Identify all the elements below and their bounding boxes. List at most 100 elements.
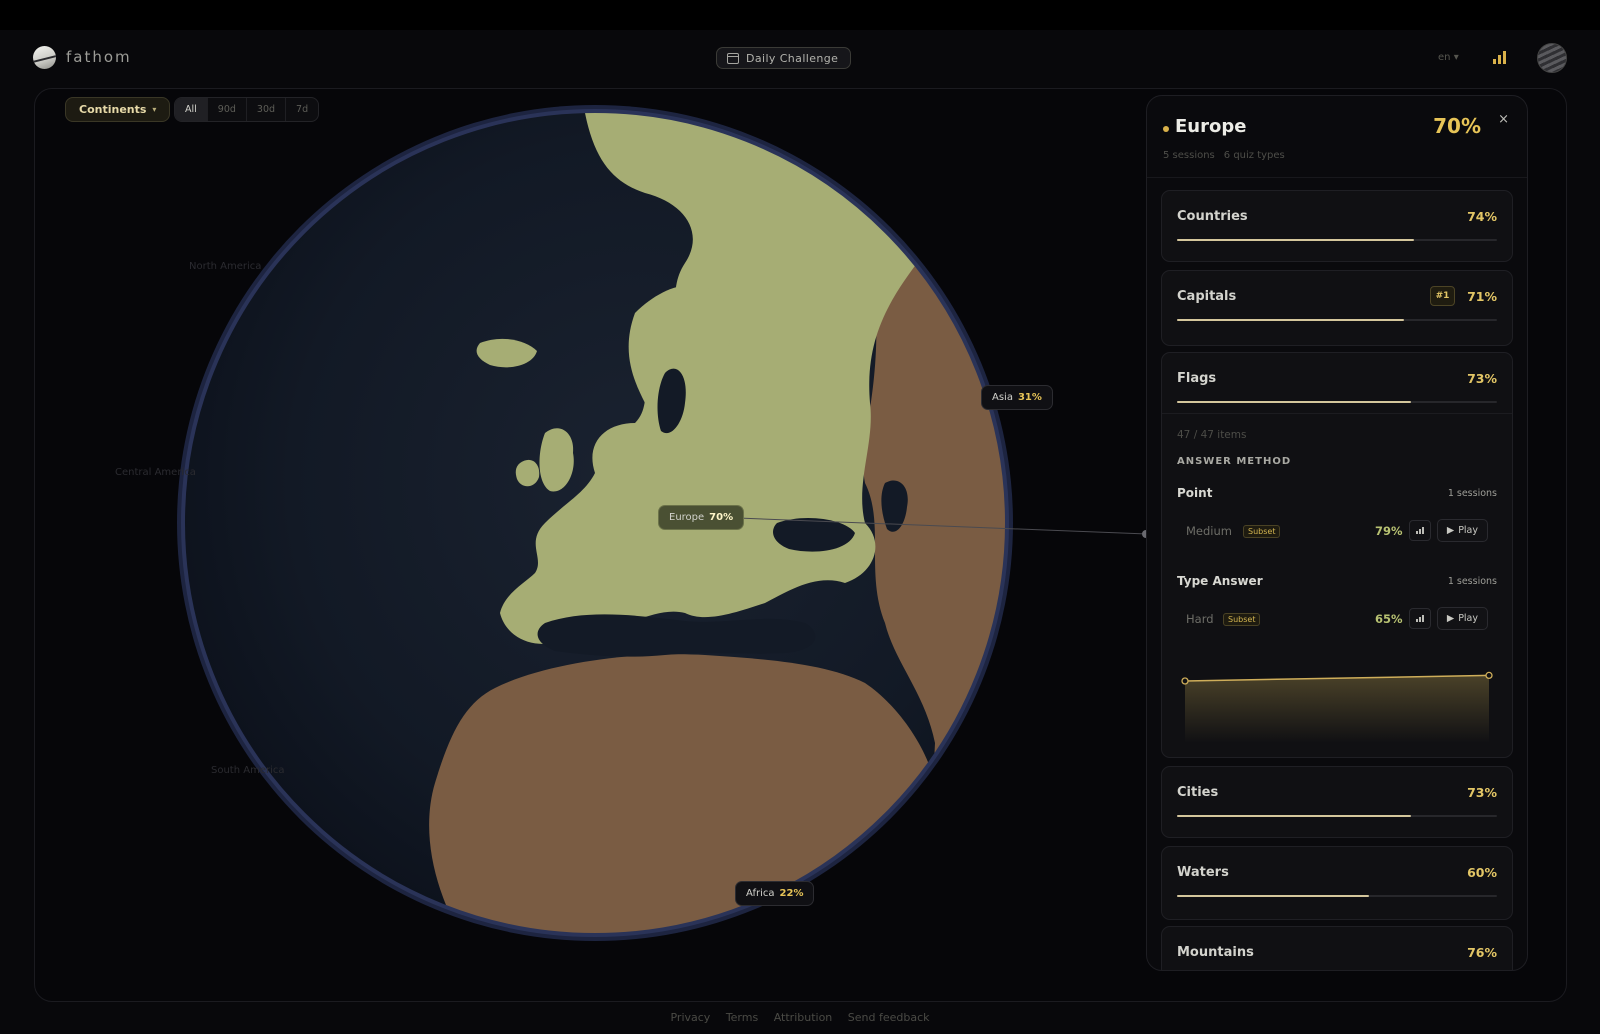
progress-track — [1177, 319, 1497, 321]
region-dot-icon — [1163, 126, 1169, 132]
daily-challenge-button[interactable]: Daily Challenge — [716, 47, 852, 69]
panel-title: Europe — [1175, 116, 1247, 137]
method-score: 79% — [1375, 524, 1403, 538]
category-name: Cities — [1177, 785, 1219, 800]
africa-landmass[interactable] — [429, 654, 937, 943]
method-name-type-answer: Type Answer — [1177, 574, 1263, 588]
ireland — [515, 459, 540, 487]
method-row-point-medium: Medium Subset 79% ▶ Play — [1177, 519, 1497, 543]
daily-challenge-label: Daily Challenge — [746, 51, 839, 65]
difficulty-label: Medium — [1186, 524, 1232, 538]
footer-links: Privacy Terms Attribution Send feedback — [0, 1011, 1600, 1024]
play-label: Play — [1458, 613, 1478, 624]
category-pct: 73% — [1467, 371, 1497, 386]
category-name: Countries — [1177, 209, 1248, 224]
chevron-down-icon: ▾ — [152, 105, 157, 114]
category-name: Waters — [1177, 865, 1229, 880]
play-button[interactable]: ▶ Play — [1436, 607, 1488, 630]
quiz-types-count: 6 quiz types — [1223, 150, 1285, 161]
continents-label: Continents — [79, 103, 147, 116]
region-detail-panel: Europe 70% × 5 sessions 6 quiz types Cou… — [1146, 95, 1528, 971]
progress-fill — [1177, 895, 1369, 897]
method-name-point: Point — [1177, 486, 1213, 500]
category-card-capitals[interactable]: Capitals #1 71% — [1161, 270, 1513, 346]
north-america-label: North America — [189, 261, 262, 272]
asia-callout-pct: 31% — [1017, 392, 1042, 403]
close-icon[interactable]: × — [1498, 112, 1509, 127]
privacy-link[interactable]: Privacy — [670, 1011, 710, 1024]
africa-callout-name: Africa — [746, 888, 775, 899]
answer-method-heading: ANSWER METHOD — [1177, 456, 1292, 467]
rank-badge: #1 — [1430, 286, 1455, 306]
progress-fill — [1177, 401, 1411, 403]
europe-callout-pct: 70% — [709, 512, 734, 523]
subset-badge: Subset — [1243, 525, 1281, 538]
fathom-logo-icon[interactable] — [33, 46, 56, 69]
category-pct: 60% — [1467, 865, 1497, 880]
top-black-strip — [0, 0, 1600, 30]
method-score: 65% — [1375, 612, 1403, 626]
mediterranean-sea — [537, 614, 816, 657]
progress-fill — [1177, 319, 1405, 321]
trend-point — [1485, 671, 1493, 680]
calendar-icon — [727, 52, 739, 64]
method-row-type-answer-hard: Hard Subset 65% ▶ Play — [1177, 607, 1497, 631]
language-code: en — [1438, 52, 1451, 63]
panel-overall-pct: 70% — [1433, 114, 1481, 138]
stats-bar-chart-icon[interactable] — [1493, 51, 1507, 64]
category-card-cities[interactable]: Cities 73% — [1161, 766, 1513, 838]
progress-track — [1177, 895, 1497, 897]
map-frame: Continents ▾ All 90d 30d 7d North Americ… — [34, 88, 1567, 1002]
category-pct: 71% — [1467, 289, 1497, 304]
europe-callout-name: Europe — [669, 512, 705, 523]
play-button[interactable]: ▶ Play — [1436, 519, 1488, 542]
panel-header: Europe 70% × 5 sessions 6 quiz types — [1147, 96, 1527, 178]
europe-callout[interactable]: Europe 70% — [658, 505, 745, 530]
method-sessions: 1 sessions — [1447, 576, 1497, 587]
central-america-label: Central America — [115, 467, 196, 478]
category-name: Mountains — [1177, 945, 1254, 960]
brand-name: fathom — [66, 48, 132, 66]
app-header: fathom Daily Challenge en ▾ — [0, 30, 1600, 86]
category-pct: 73% — [1467, 785, 1497, 800]
progress-fill — [1177, 815, 1411, 817]
category-pct: 74% — [1467, 209, 1497, 224]
category-name: Flags — [1177, 371, 1217, 386]
category-card-countries[interactable]: Countries 74% — [1161, 190, 1513, 262]
play-icon: ▶ — [1446, 525, 1455, 536]
play-label: Play — [1458, 525, 1478, 536]
send-feedback-link[interactable]: Send feedback — [848, 1011, 930, 1024]
continents-dropdown[interactable]: Continents ▾ — [65, 97, 171, 122]
items-count: 47 / 47 items — [1177, 429, 1247, 441]
divider — [1162, 413, 1512, 414]
attribution-link[interactable]: Attribution — [774, 1011, 833, 1024]
category-card-flags[interactable]: Flags 73% 47 / 47 items ANSWER METHOD Po… — [1161, 352, 1513, 758]
language-selector[interactable]: en ▾ — [1438, 52, 1459, 63]
play-icon: ▶ — [1446, 613, 1455, 624]
stats-bar-chart-icon[interactable] — [1409, 520, 1431, 541]
south-america-label: South America — [211, 765, 285, 776]
category-name: Capitals — [1177, 289, 1237, 304]
category-card-mountains[interactable]: Mountains 76% — [1161, 926, 1513, 970]
panel-meta: 5 sessions 6 quiz types — [1163, 150, 1285, 161]
terms-link[interactable]: Terms — [726, 1011, 758, 1024]
progress-track — [1177, 239, 1497, 241]
trend-point — [1181, 677, 1189, 685]
progress-track — [1177, 401, 1497, 403]
asia-callout[interactable]: Asia 31% — [981, 385, 1053, 410]
chevron-down-icon: ▾ — [1453, 52, 1459, 63]
subset-badge: Subset — [1223, 613, 1261, 626]
africa-callout-pct: 22% — [779, 888, 804, 899]
category-card-waters[interactable]: Waters 60% — [1161, 846, 1513, 920]
category-pct: 76% — [1467, 945, 1497, 960]
method-sessions: 1 sessions — [1447, 488, 1497, 499]
trend-sparkline — [1181, 671, 1493, 743]
user-avatar[interactable] — [1537, 43, 1567, 73]
sessions-count: 5 sessions — [1163, 150, 1215, 161]
globe-map[interactable] — [165, 103, 1025, 943]
africa-callout[interactable]: Africa 22% — [735, 881, 815, 906]
stats-bar-chart-icon[interactable] — [1409, 608, 1431, 629]
difficulty-label: Hard — [1186, 612, 1214, 626]
progress-track — [1177, 815, 1497, 817]
asia-callout-name: Asia — [992, 392, 1013, 403]
